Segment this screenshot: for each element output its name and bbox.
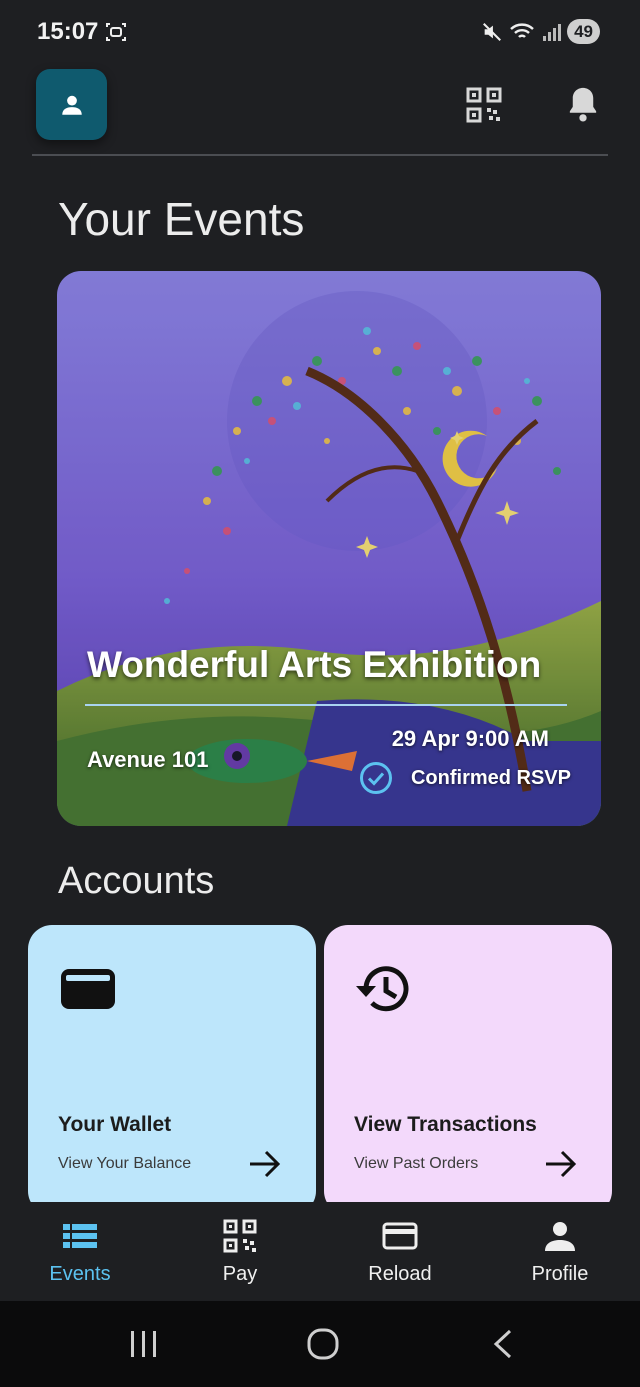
event-divider <box>85 704 567 706</box>
transactions-subtitle: View Past Orders <box>354 1155 479 1172</box>
event-card[interactable]: Wonderful Arts Exhibition Avenue 101 29 … <box>57 271 601 826</box>
transactions-card[interactable]: View Transactions View Past Orders <box>324 925 612 1215</box>
nav-reload-label: Reload <box>368 1263 432 1285</box>
nav-reload[interactable]: Reload <box>320 1202 480 1301</box>
nav-pay[interactable]: Pay <box>160 1202 320 1301</box>
list-icon <box>63 1224 97 1248</box>
nav-profile[interactable]: Profile <box>480 1202 640 1301</box>
person-icon <box>61 95 82 115</box>
profile-avatar-button[interactable] <box>36 69 107 140</box>
status-bar: 15:07 49 <box>0 0 640 64</box>
status-time: 15:07 <box>37 18 99 45</box>
back-icon[interactable] <box>490 1328 516 1360</box>
accounts-section-title: Accounts <box>58 860 215 902</box>
wallet-title: Your Wallet <box>58 1113 172 1136</box>
event-title: Wonderful Arts Exhibition <box>87 644 542 685</box>
screenshot-icon <box>106 23 126 41</box>
nav-pay-label: Pay <box>222 1263 258 1285</box>
events-section-title: Your Events <box>58 193 305 245</box>
arrow-right-icon <box>546 1150 577 1178</box>
signal-icon <box>543 23 562 41</box>
transactions-title: View Transactions <box>354 1113 537 1136</box>
wifi-icon <box>510 22 534 38</box>
qr-code-icon[interactable] <box>465 86 503 124</box>
rsvp-status: Confirmed RSVP <box>359 761 571 795</box>
battery-indicator: 49 <box>567 19 600 44</box>
person-icon <box>545 1222 575 1251</box>
wallet-card[interactable]: Your Wallet View Your Balance <box>28 925 316 1215</box>
system-nav-bar <box>0 1301 640 1387</box>
rsvp-status-label: Confirmed RSVP <box>410 766 571 789</box>
nav-events-label: Events <box>49 1263 111 1285</box>
header-divider <box>32 154 608 156</box>
wallet-subtitle: View Your Balance <box>58 1155 192 1172</box>
bell-icon[interactable] <box>565 85 601 123</box>
nav-events[interactable]: Events <box>0 1202 160 1301</box>
arrow-right-icon <box>250 1150 281 1178</box>
recent-apps-icon[interactable] <box>128 1329 160 1359</box>
qr-code-icon <box>223 1219 257 1253</box>
nav-profile-label: Profile <box>531 1263 589 1285</box>
mute-icon <box>483 22 502 41</box>
bottom-nav: Events Pay Reload Profile <box>0 1202 640 1301</box>
home-icon[interactable] <box>306 1328 340 1360</box>
check-circle-icon <box>359 762 392 794</box>
event-venue: Avenue 101 <box>87 747 209 772</box>
history-icon <box>356 966 409 1012</box>
event-datetime: 29 Apr 9:00 AM <box>391 726 549 751</box>
wallet-icon <box>61 969 115 1009</box>
card-icon <box>382 1222 418 1250</box>
